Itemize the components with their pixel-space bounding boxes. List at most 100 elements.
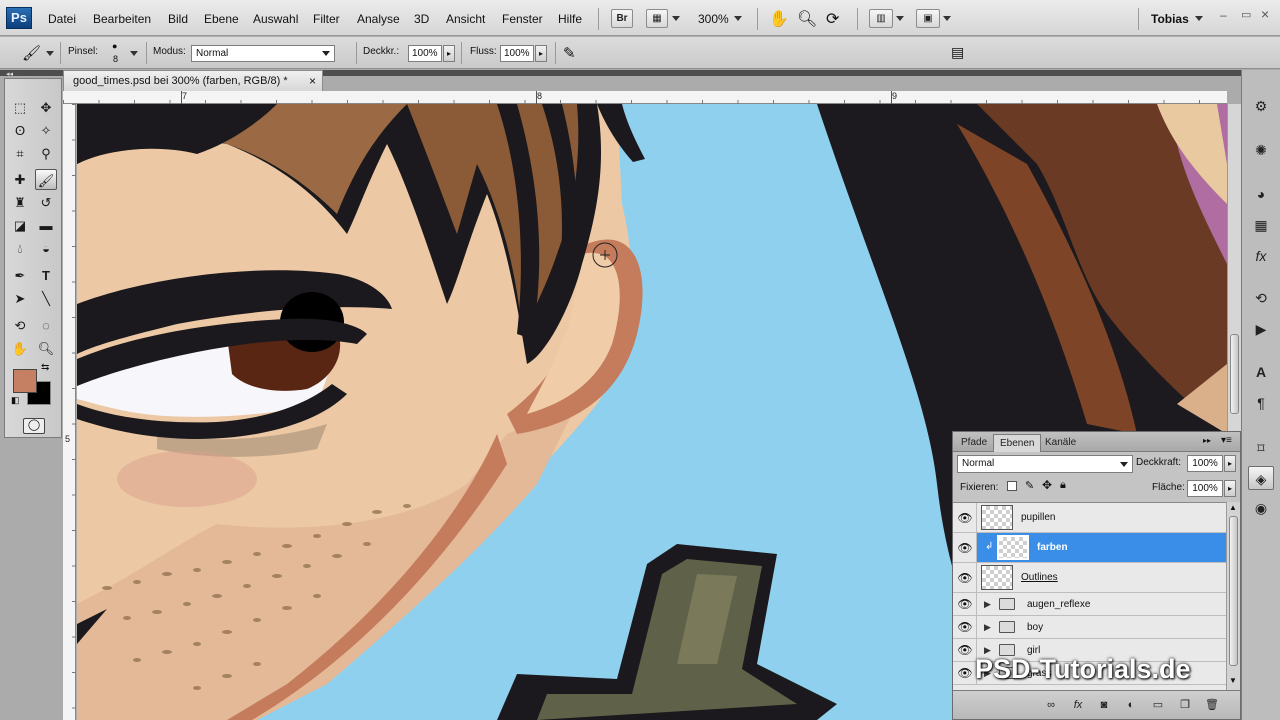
eye-icon[interactable]: 👁︎ — [957, 540, 973, 556]
brush-tool-icon[interactable]: 🖌︎ — [35, 169, 57, 190]
paragraph-icon[interactable]: ¶ — [1248, 391, 1274, 415]
eye-icon[interactable]: 👁︎ — [957, 596, 973, 612]
visibility-cell[interactable]: 👁︎ — [953, 563, 977, 592]
flow-slider-button[interactable]: ▸ — [535, 45, 547, 62]
eye-icon[interactable]: 👁︎ — [957, 570, 973, 586]
chevron-down-icon[interactable] — [46, 51, 54, 56]
color-icon[interactable]: ◕ — [1248, 182, 1274, 206]
chevron-down-icon[interactable] — [943, 16, 951, 21]
screen-mode-button[interactable]: ▣ — [916, 9, 940, 28]
lasso-tool-icon[interactable]: ʘ — [9, 120, 31, 141]
lock-all-icon[interactable]: 🔒︎ — [1060, 479, 1066, 492]
brush-tool-icon[interactable]: 🖌︎ — [22, 44, 41, 62]
layer-row-pupillen[interactable]: 👁︎ pupillen — [953, 503, 1226, 533]
layers-icon[interactable]: ◈ — [1248, 466, 1274, 490]
visibility-cell[interactable]: 👁︎ — [953, 593, 977, 615]
layer-opacity-slider-button[interactable]: ▸ — [1224, 455, 1236, 472]
flow-input[interactable]: 100% — [500, 45, 534, 62]
swatches-icon[interactable]: ▦ — [1248, 213, 1274, 237]
brush-size[interactable]: 8 — [113, 54, 118, 64]
pen-tool-icon[interactable]: ✒ — [9, 265, 31, 286]
scrollbar-thumb[interactable] — [1230, 334, 1239, 414]
expand-group-icon[interactable]: ▶ — [984, 599, 991, 610]
layer-fill-slider-button[interactable]: ▸ — [1224, 480, 1236, 497]
airbrush-icon[interactable]: ✎ — [563, 44, 576, 62]
zoom-tool-icon[interactable]: 🔍︎ — [35, 338, 57, 359]
blur-tool-icon[interactable]: 💧︎ — [9, 238, 31, 259]
lock-pixels-icon[interactable]: ✎ — [1025, 479, 1034, 492]
3d-rotate-icon[interactable]: ⟲ — [9, 315, 31, 336]
view-extras-button[interactable]: ▦ — [646, 9, 668, 28]
layer-fill-input[interactable]: 100% — [1187, 480, 1223, 497]
brush-preview-icon[interactable]: ● — [112, 41, 117, 51]
gradient-tool-icon[interactable]: ▬ — [35, 215, 57, 236]
transform-icon[interactable]: ⌑ — [1248, 436, 1274, 460]
eraser-icon[interactable]: ◪ — [9, 215, 31, 236]
history-brush-icon[interactable]: ↺ — [35, 192, 57, 213]
workspace-user[interactable]: Tobias — [1151, 12, 1189, 26]
layer-name[interactable]: Outlines — [1021, 572, 1058, 583]
layer-row-farben[interactable]: 👁︎ ↲ farben — [953, 533, 1226, 563]
panel-menu-icon[interactable]: ▾≡ — [1221, 435, 1232, 446]
close-document-icon[interactable]: × — [309, 71, 316, 91]
layer-style-icon[interactable]: fx — [1070, 698, 1086, 712]
crop-tool-icon[interactable]: ⌗ — [9, 143, 31, 164]
arrange-documents-button[interactable]: ▥ — [869, 9, 893, 28]
blend-mode-select[interactable]: Normal — [957, 455, 1133, 473]
layer-mask-icon[interactable]: ◙ — [1096, 698, 1112, 712]
brush-panel-icon[interactable]: ▤ — [951, 44, 964, 61]
visibility-cell[interactable]: 👁︎ — [953, 616, 977, 638]
eye-icon[interactable]: 👁︎ — [957, 510, 973, 526]
menu-hilfe[interactable]: Hilfe — [558, 12, 582, 26]
menu-bild[interactable]: Bild — [168, 12, 188, 26]
navigator-icon[interactable]: ⚙ — [1248, 94, 1274, 118]
foreground-color-swatch[interactable] — [13, 369, 37, 393]
layer-name[interactable]: pupillen — [1021, 512, 1055, 523]
lock-transparency-icon[interactable] — [1007, 481, 1017, 491]
menu-ebene[interactable]: Ebene — [204, 12, 239, 26]
zoom-level[interactable]: 300% — [698, 12, 729, 26]
layer-group-boy[interactable]: 👁︎ ▶ boy — [953, 616, 1226, 639]
layer-row-outlines[interactable]: 👁︎ Outlines — [953, 563, 1226, 593]
delete-layer-icon[interactable]: 🗑︎ — [1204, 698, 1220, 712]
clone-stamp-icon[interactable]: ♜ — [9, 192, 31, 213]
menu-3d[interactable]: 3D — [414, 12, 429, 26]
collapse-icon[interactable]: ◂◂ — [6, 70, 13, 78]
hand-tool-icon[interactable]: ✋ — [769, 9, 789, 29]
bridge-button[interactable]: Br — [611, 9, 633, 28]
visibility-cell[interactable]: 👁︎ — [953, 662, 977, 684]
layer-list-scrollbar[interactable]: ▲ ▼ — [1226, 502, 1240, 690]
close-window-icon[interactable]: × — [1261, 6, 1269, 22]
menu-analyse[interactable]: Analyse — [357, 12, 400, 26]
actions-icon[interactable]: ▶ — [1248, 317, 1274, 341]
chevron-down-icon[interactable] — [130, 51, 138, 56]
menu-bearbeiten[interactable]: Bearbeiten — [93, 12, 151, 26]
layer-group-augen-reflexe[interactable]: 👁︎ ▶ augen_reflexe — [953, 593, 1226, 616]
hand-tool-icon[interactable]: ✋ — [9, 338, 31, 359]
swap-colors-icon[interactable]: ⇆ — [41, 362, 49, 373]
quick-mask-icon[interactable]: ◯ — [23, 418, 45, 434]
visibility-cell[interactable]: 👁︎ — [953, 639, 977, 661]
tab-layers[interactable]: Ebenen — [993, 434, 1042, 452]
document-tab[interactable]: good_times.psd bei 300% (farben, RGB/8) … — [63, 70, 323, 91]
scroll-up-icon[interactable]: ▲ — [1229, 503, 1237, 512]
layer-opacity-input[interactable]: 100% — [1187, 455, 1223, 472]
default-colors-icon[interactable]: ◧ — [11, 395, 20, 406]
dodge-tool-icon[interactable]: ◒ — [35, 238, 57, 259]
menu-ansicht[interactable]: Ansicht — [446, 12, 485, 26]
layer-name[interactable]: farben — [1037, 542, 1068, 553]
scrollbar-thumb[interactable] — [1229, 516, 1238, 666]
visibility-cell[interactable]: 👁︎ — [953, 533, 977, 562]
lock-position-icon[interactable]: ✥ — [1042, 478, 1052, 492]
menu-fenster[interactable]: Fenster — [502, 12, 543, 26]
chevron-down-icon[interactable] — [896, 16, 904, 21]
minimize-icon[interactable]: – — [1220, 8, 1227, 22]
menu-auswahl[interactable]: Auswahl — [253, 12, 298, 26]
scroll-down-icon[interactable]: ▼ — [1229, 676, 1237, 685]
zoom-tool-icon[interactable]: 🔍︎ — [797, 9, 817, 29]
menu-filter[interactable]: Filter — [313, 12, 340, 26]
path-selection-icon[interactable]: ➤ — [9, 288, 31, 309]
link-layers-icon[interactable]: ∞ — [1043, 698, 1059, 712]
layer-name[interactable]: augen_reflexe — [1027, 599, 1090, 610]
tab-channels[interactable]: Kanäle — [1039, 434, 1082, 452]
